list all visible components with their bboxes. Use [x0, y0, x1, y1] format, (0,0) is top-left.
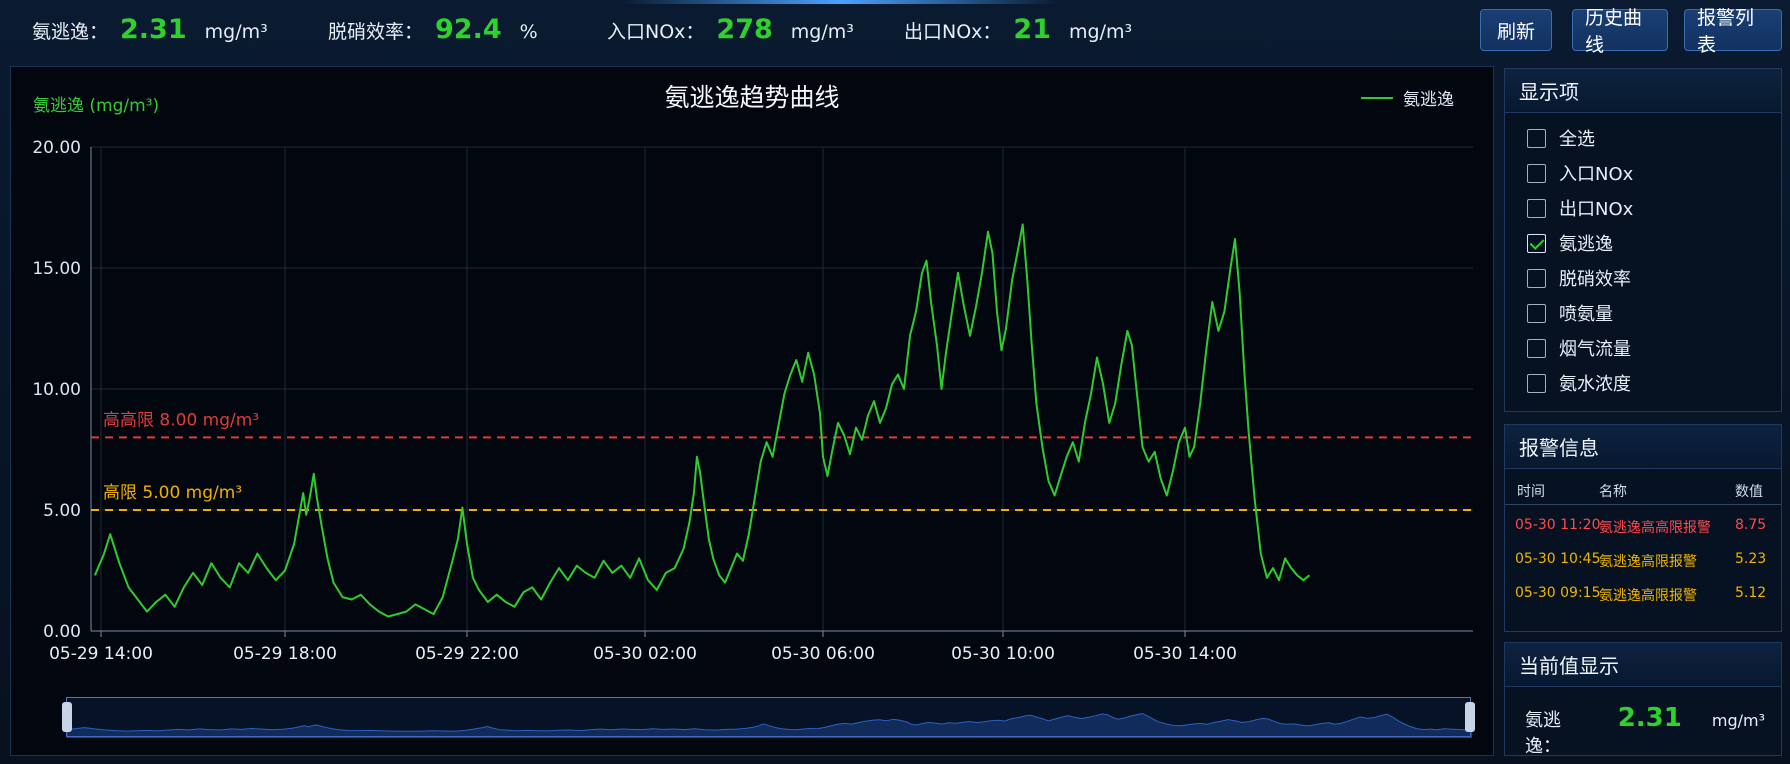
y-tick-label: 15.00 [32, 259, 81, 279]
refresh-button[interactable]: 刷新 [1480, 9, 1552, 51]
app-window: 氨逃逸： 2.31 mg/m³ 脱硝效率： 92.4 % 入口NOx： 278 … [0, 0, 1790, 764]
x-tick-label: 05-29 22:00 [415, 644, 519, 664]
metric-unit: mg/m³ [204, 21, 268, 43]
x-tick-label: 05-30 02:00 [593, 644, 697, 664]
alarm-value: 8.75 [1735, 517, 1767, 533]
checkbox-label: 出口NOx [1559, 199, 1634, 220]
checkbox-inlet-nox[interactable]: 入口NOx [1527, 161, 1633, 185]
column-name: 名称 [1599, 484, 1627, 500]
x-tick-label: 05-30 14:00 [1133, 644, 1237, 664]
x-tick-label: 05-30 06:00 [771, 644, 875, 664]
y-tick-label: 10.00 [32, 380, 81, 400]
checkbox-ammonia-slip[interactable]: 氨逃逸 [1527, 231, 1613, 255]
legend-label: 氨逃逸 [1403, 90, 1454, 110]
metric-label: 脱硝效率： [328, 21, 424, 43]
alarm-table-header: 时间 名称 数值 [1505, 477, 1781, 505]
checkbox-outlet-nox[interactable]: 出口NOx [1527, 196, 1633, 220]
display-items-panel: 显示项 全选 入口NOx 出口NOx 氨逃逸 脱硝效率 喷氨量 烟气流量 氨水浓… [1504, 68, 1782, 412]
alarm-row[interactable]: 05-30 10:45 氨逃逸高限报警 5.23 [1505, 545, 1781, 577]
metric-inlet-nox: 入口NOx： 278 mg/m³ [607, 14, 854, 50]
alarm-info-title: 报警信息 [1505, 425, 1781, 469]
metric-label: 出口NOx： [904, 21, 1002, 43]
alarm-value: 5.12 [1735, 585, 1767, 601]
metric-ammonia-slip: 氨逃逸： 2.31 mg/m³ [32, 14, 268, 50]
threshold-label: 高限 5.00 mg/m³ [103, 483, 242, 503]
checkbox-label: 氨逃逸 [1559, 234, 1613, 255]
column-value: 数值 [1735, 484, 1763, 500]
checkbox-box[interactable] [1527, 338, 1546, 358]
alarm-info-panel: 报警信息 时间 名称 数值 05-30 11:20 氨逃逸高高限报警 8.75 … [1504, 424, 1782, 632]
series-line-ammonia-slip [93, 223, 1311, 618]
data-zoom-slider[interactable] [62, 697, 1475, 738]
metric-value: 278 [716, 14, 773, 45]
checkbox-box[interactable] [1527, 163, 1546, 183]
metric-unit: % [519, 21, 538, 43]
current-value-number: 2.31 [1617, 703, 1682, 733]
checkbox-box[interactable] [1527, 373, 1546, 393]
checkbox-denitration-efficiency[interactable]: 脱硝效率 [1527, 266, 1631, 290]
metric-label: 入口NOx： [607, 21, 705, 43]
x-tick-label: 05-29 18:00 [233, 644, 337, 664]
current-value-label: 氨逃逸： [1525, 710, 1561, 757]
alarm-time: 05-30 11:20 [1515, 517, 1601, 533]
trend-chart-panel: 0.00 5.00 10.00 15.00 20.00 05-29 14:00 05-29 … [10, 66, 1494, 756]
y-tick-label: 5.00 [43, 501, 81, 521]
checkbox-box[interactable] [1527, 128, 1546, 148]
display-items-title: 显示项 [1505, 69, 1781, 113]
checkbox-ammonia-injection[interactable]: 喷氨量 [1527, 301, 1613, 325]
x-tick-label: 05-29 14:00 [49, 644, 153, 664]
current-value-title: 当前值显示 [1505, 643, 1781, 687]
chart-legend[interactable]: 氨逃逸 [1361, 85, 1454, 110]
current-value-row: 氨逃逸： 2.31 mg/m³ [1525, 703, 1765, 758]
top-metrics-bar: 氨逃逸： 2.31 mg/m³ 脱硝效率： 92.4 % 入口NOx： 278 … [0, 0, 1790, 66]
alarm-name: 氨逃逸高限报警 [1599, 588, 1697, 604]
alarm-time: 05-30 09:15 [1515, 585, 1601, 601]
metric-outlet-nox: 出口NOx： 21 mg/m³ [904, 14, 1132, 50]
metric-value: 92.4 [435, 14, 502, 45]
checkbox-select-all[interactable]: 全选 [1527, 126, 1595, 150]
threshold-label: 高高限 8.00 mg/m³ [103, 410, 259, 430]
metric-value: 2.31 [120, 14, 187, 45]
checkbox-flue-gas-flow[interactable]: 烟气流量 [1527, 336, 1631, 360]
y-tick-label: 20.00 [32, 138, 81, 158]
alarm-list-button[interactable]: 报警列表 [1684, 7, 1782, 56]
current-value-panel: 当前值显示 氨逃逸： 2.31 mg/m³ [1504, 642, 1782, 758]
checkbox-label: 烟气流量 [1559, 339, 1631, 360]
checkbox-box-checked[interactable] [1527, 233, 1546, 253]
overview-sparkline [67, 712, 1472, 738]
checkbox-label: 入口NOx [1559, 164, 1634, 185]
checkbox-box[interactable] [1527, 303, 1546, 323]
alarm-row[interactable]: 05-30 09:15 氨逃逸高限报警 5.12 [1505, 579, 1781, 611]
chart-title: 氨逃逸趋势曲线 [664, 83, 840, 112]
history-curve-button[interactable]: 历史曲线 [1572, 7, 1668, 56]
column-time: 时间 [1517, 484, 1545, 500]
y-axis-title: 氨逃逸 (mg/m³) [33, 96, 160, 116]
checkbox-label: 全选 [1559, 129, 1595, 150]
y-tick-label: 0.00 [43, 622, 81, 642]
checkbox-label: 脱硝效率 [1559, 269, 1631, 290]
zoom-handle-right[interactable] [1465, 702, 1475, 732]
metric-label: 氨逃逸： [32, 21, 109, 43]
metric-value: 21 [1013, 14, 1051, 45]
checkbox-box[interactable] [1527, 268, 1546, 288]
trend-chart: 0.00 5.00 10.00 15.00 20.00 05-29 14:00 05-29 … [32, 138, 1473, 664]
alarm-time: 05-30 10:45 [1515, 551, 1601, 567]
alarm-value: 5.23 [1735, 551, 1767, 567]
overview-series-area [67, 712, 1472, 738]
checkbox-label: 氨水浓度 [1559, 374, 1631, 395]
checkbox-ammonia-concentration[interactable]: 氨水浓度 [1527, 371, 1631, 395]
checkbox-box[interactable] [1527, 198, 1546, 218]
checkbox-label: 喷氨量 [1559, 304, 1613, 325]
current-value-unit: mg/m³ [1711, 711, 1765, 730]
metric-unit: mg/m³ [790, 21, 854, 43]
legend-line-swatch [1361, 96, 1393, 99]
metric-unit: mg/m³ [1069, 21, 1133, 43]
metric-denitration-efficiency: 脱硝效率： 92.4 % [328, 14, 538, 50]
alarm-name: 氨逃逸高限报警 [1599, 554, 1697, 570]
top-accent-glow [620, 0, 1060, 4]
alarm-row[interactable]: 05-30 11:20 氨逃逸高高限报警 8.75 [1505, 511, 1781, 543]
zoom-handle-left[interactable] [62, 702, 72, 732]
x-tick-label: 05-30 10:00 [951, 644, 1055, 664]
alarm-name: 氨逃逸高高限报警 [1599, 520, 1711, 536]
